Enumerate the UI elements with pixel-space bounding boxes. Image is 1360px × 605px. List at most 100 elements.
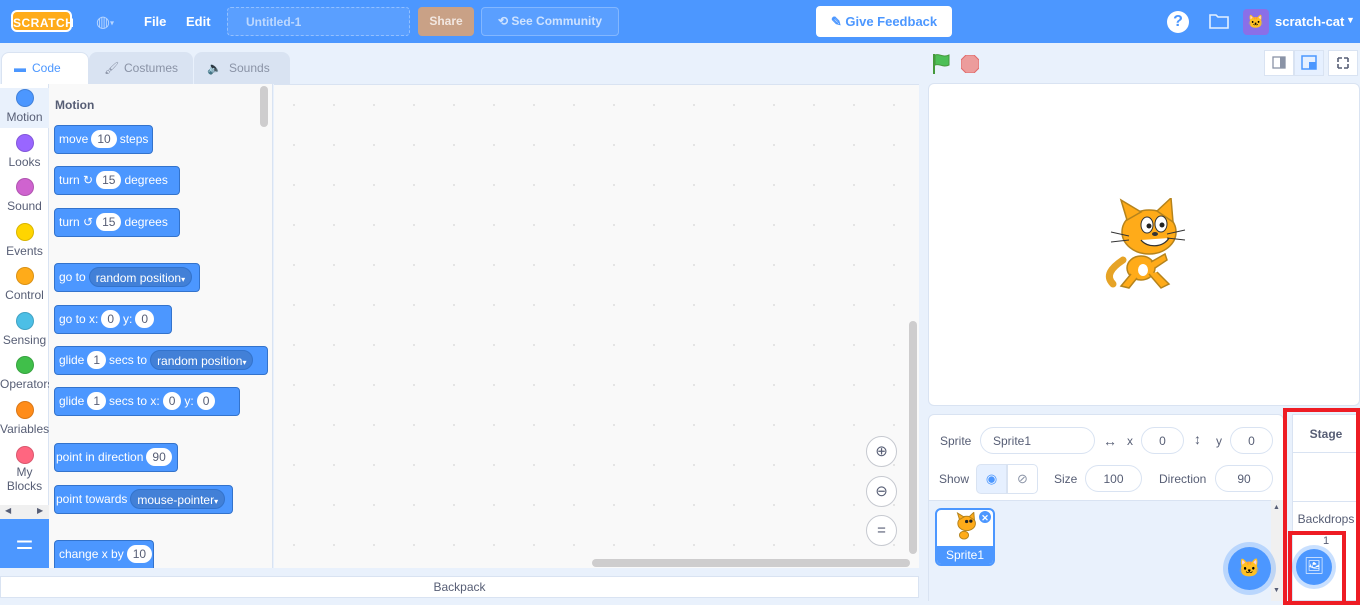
y-position-input[interactable]	[1230, 427, 1273, 454]
size-input[interactable]	[1085, 465, 1142, 492]
y-input[interactable]: 0	[196, 391, 216, 410]
category-sensing[interactable]: Sensing	[0, 312, 49, 347]
workspace-vertical-scrollbar[interactable]	[909, 321, 917, 554]
block-text: turn	[59, 215, 80, 229]
tab-costumes[interactable]: 🖌 Costumes	[89, 52, 193, 84]
go-to-target-dropdown[interactable]: random position▾	[88, 266, 193, 287]
green-flag-icon[interactable]	[931, 53, 951, 75]
x-input[interactable]: 0	[101, 309, 121, 328]
choose-sprite-button[interactable]: 🐱	[1228, 547, 1271, 590]
glide-target-dropdown[interactable]: random position▾	[150, 349, 254, 370]
block-glide-to-xy[interactable]: glide 1 secs to x: 0 y: 0	[54, 387, 240, 416]
category-events[interactable]: Events	[0, 223, 49, 258]
category-motion[interactable]: Motion	[0, 88, 49, 128]
category-operators[interactable]: Operators	[0, 356, 49, 391]
sprite-name-input[interactable]	[980, 427, 1095, 454]
y-input[interactable]: 0	[135, 309, 155, 328]
category-scrollbar[interactable]: ◀ ▶	[0, 505, 49, 519]
x-position-input[interactable]	[1141, 427, 1184, 454]
category-control[interactable]: Control	[0, 267, 49, 302]
my-stuff-folder-icon[interactable]	[1209, 12, 1229, 30]
category-label: Sensing	[2, 333, 47, 347]
events-category-dot	[15, 223, 34, 241]
motion-category-dot	[15, 89, 34, 107]
small-stage-button[interactable]	[1264, 50, 1294, 76]
point-towards-dropdown[interactable]: mouse-pointer▾	[130, 488, 226, 509]
avatar[interactable]: 🐱	[1243, 9, 1269, 35]
backpack-bar[interactable]: Backpack	[0, 576, 919, 598]
scroll-up-arrow-icon[interactable]: ▲	[1273, 504, 1280, 511]
block-turn-left[interactable]: turn ↺ 15 degrees	[54, 208, 180, 237]
category-sound[interactable]: Sound	[0, 178, 49, 213]
add-extension-button[interactable]: ⚌	[0, 519, 49, 568]
tab-sounds[interactable]: 🔈 Sounds	[194, 52, 290, 84]
rotate-left-icon: ↺	[83, 215, 94, 229]
see-community-button[interactable]: ⟲ See Community	[481, 7, 619, 36]
control-category-dot	[15, 267, 34, 285]
file-menu[interactable]: File	[144, 14, 166, 29]
zoom-reset-icon[interactable]: =	[866, 515, 897, 546]
direction-input[interactable]	[1215, 465, 1273, 492]
workspace-horizontal-scrollbar[interactable]	[592, 559, 910, 567]
x-input[interactable]: 0	[162, 391, 182, 410]
scroll-left-arrow-icon[interactable]: ◀	[5, 506, 11, 515]
secs-input[interactable]: 1	[87, 350, 107, 369]
fullscreen-button[interactable]	[1328, 50, 1358, 76]
give-feedback-button[interactable]: ✎ Give Feedback	[816, 6, 952, 37]
block-text: y:	[184, 394, 194, 408]
stage-canvas[interactable]	[928, 83, 1360, 406]
operators-category-dot	[15, 356, 34, 374]
script-workspace[interactable]	[274, 84, 919, 568]
degrees-input[interactable]: 15	[96, 212, 122, 231]
category-looks[interactable]: Looks	[0, 134, 49, 169]
block-glide-to[interactable]: glide 1 secs to random position▾	[54, 346, 268, 375]
see-community-icon: ⟲	[497, 14, 512, 28]
username[interactable]: scratch-cat	[1275, 14, 1344, 29]
category-my-blocks[interactable]: My Blocks	[0, 446, 49, 493]
hide-sprite-button[interactable]: ⊘	[1007, 464, 1038, 494]
project-title-input[interactable]	[227, 7, 410, 36]
category-variables[interactable]: Variables	[0, 401, 49, 436]
block-go-to[interactable]: go to random position▾	[54, 263, 200, 292]
chevron-down-icon[interactable]: ▼	[1346, 15, 1355, 25]
block-change-x[interactable]: change x by 10	[54, 540, 154, 568]
show-sprite-button[interactable]: ◉	[976, 464, 1007, 494]
language-globe-icon[interactable]: ◍▾	[96, 12, 124, 32]
block-point-towards[interactable]: point towards mouse-pointer▾	[54, 485, 233, 514]
sprite-list-scrollbar[interactable]: ▲ ▼	[1271, 500, 1283, 601]
change-x-input[interactable]: 10	[126, 544, 153, 563]
block-text: change x by	[59, 547, 124, 561]
tab-code-label: Code	[32, 61, 61, 75]
scroll-down-arrow-icon[interactable]: ▼	[1273, 587, 1280, 594]
scratch-logo[interactable]: SCRATCH	[11, 10, 74, 32]
steps-input[interactable]: 10	[91, 129, 117, 148]
delete-sprite-icon[interactable]: ✕	[978, 510, 992, 524]
caret-down-icon: ▾	[214, 496, 219, 506]
small-stage-icon	[1272, 56, 1286, 69]
normal-stage-button[interactable]	[1294, 50, 1324, 76]
block-text: secs to x:	[109, 394, 160, 408]
scratch-cat-sprite[interactable]	[1101, 198, 1187, 294]
zoom-out-icon[interactable]: ⊖	[866, 476, 897, 507]
caret-down-icon: ▾	[242, 357, 247, 367]
caret-down-icon: ▾	[181, 274, 186, 284]
stop-icon[interactable]	[961, 55, 979, 73]
block-move-steps[interactable]: move 10 steps	[54, 125, 153, 154]
block-point-in-direction[interactable]: point in direction 90	[54, 443, 178, 472]
block-text: point towards	[56, 492, 128, 506]
share-button[interactable]: Share	[418, 7, 474, 36]
degrees-input[interactable]: 15	[96, 170, 122, 189]
scroll-right-arrow-icon[interactable]: ▶	[37, 506, 43, 515]
help-icon[interactable]: ?	[1167, 11, 1189, 33]
block-text: go to x:	[59, 312, 99, 326]
palette-scrollbar[interactable]	[260, 86, 268, 127]
block-turn-right[interactable]: turn ↻ 15 degrees	[54, 166, 180, 195]
direction-input[interactable]: 90	[146, 447, 172, 466]
secs-input[interactable]: 1	[87, 391, 107, 410]
zoom-in-icon[interactable]: ⊕	[866, 436, 897, 467]
vertical-arrows-icon: ↕	[1194, 431, 1201, 447]
edit-menu[interactable]: Edit	[186, 14, 211, 29]
block-go-to-xy[interactable]: go to x: 0 y: 0	[54, 305, 172, 334]
tab-code[interactable]: ▬ Code	[1, 52, 89, 85]
block-text: glide	[59, 353, 85, 367]
